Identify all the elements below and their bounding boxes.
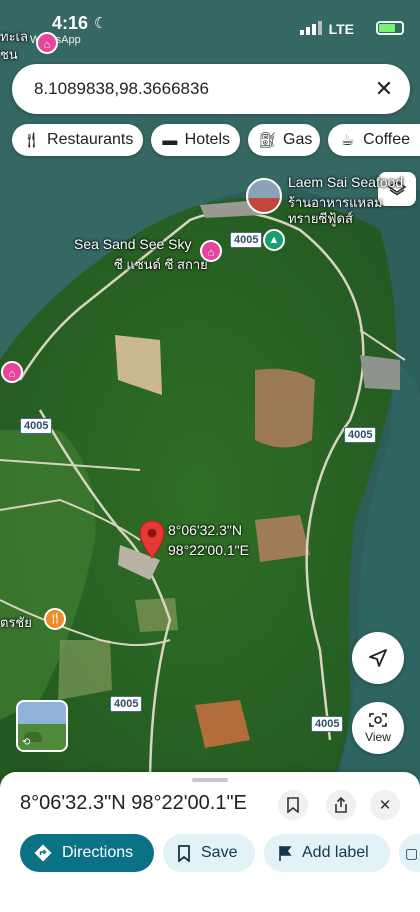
chip-label: Gas	[283, 131, 313, 148]
close-icon: ✕	[378, 797, 392, 814]
poi-pink-marker-sea-sand[interactable]: ⌂	[200, 240, 222, 262]
poi-pink-marker-top[interactable]: ⌂	[36, 32, 58, 54]
place-bottom-sheet[interactable]: 8°06'32.3"N 98°22'00.1"E ✕ Directions Sa…	[0, 772, 420, 912]
chip-gas[interactable]: ⛽︎ Gas	[248, 124, 320, 156]
street-view-thumbnail[interactable]: ⟲	[16, 700, 68, 752]
map-label-sea-sand[interactable]: Sea Sand See Sky	[74, 236, 192, 252]
street-view-360-icon: ⟲	[22, 737, 31, 748]
more-icon: ▢	[405, 844, 419, 861]
map-label-laem-sai-thai-2: ทรายซีฟู้ดส์	[288, 211, 353, 226]
road-shield-4005: 4005	[344, 427, 377, 443]
chip-coffee[interactable]: ☕︎ Coffee	[328, 124, 420, 156]
search-query-text[interactable]: 8.1089838,98.3666836	[34, 79, 209, 99]
bookmark-icon	[178, 844, 190, 862]
fork-knife-icon: 🍴︎	[22, 132, 42, 149]
save-label: Save	[201, 844, 238, 861]
map-label-sea-sand-thai: ซี แซนด์ ซี สกาย	[114, 257, 208, 272]
poi-pink-marker-left[interactable]: ⌂	[1, 361, 23, 383]
road-shield-4005: 4005	[20, 418, 53, 434]
bed-icon: ▬	[162, 131, 178, 149]
chip-label: Restaurants	[47, 131, 134, 148]
directions-button[interactable]: Directions	[20, 834, 154, 872]
campground-marker[interactable]: ▲	[263, 229, 285, 251]
close-icon[interactable]: ✕	[370, 75, 398, 103]
map-label-thai-top-2: ชน	[0, 47, 18, 62]
status-time: 4:16	[52, 13, 89, 33]
view-button[interactable]: View	[352, 702, 404, 754]
place-title: 8°06'32.3"N 98°22'00.1"E	[20, 792, 247, 814]
directions-label: Directions	[62, 844, 134, 861]
share-icon	[335, 797, 347, 813]
dropped-pin-icon[interactable]	[138, 520, 166, 560]
road-shield-4005: 4005	[110, 696, 143, 712]
chip-hotels[interactable]: ▬ Hotels	[151, 124, 240, 156]
drag-handle[interactable]	[192, 778, 228, 782]
signal-bars-icon	[300, 21, 322, 35]
restaurant-marker[interactable]: 🍴︎	[44, 608, 66, 630]
moon-icon: ☾	[94, 15, 108, 32]
more-actions-button[interactable]: ▢	[399, 834, 420, 872]
coffee-cup-icon: ☕︎	[340, 132, 355, 149]
map-label-laem-sai[interactable]: Laem Sai Seafood	[288, 174, 403, 190]
pin-latitude-label: 8°06'32.3"N	[168, 522, 242, 538]
flag-icon	[279, 845, 292, 861]
my-location-button[interactable]	[352, 632, 404, 684]
add-label-button[interactable]: Add label	[264, 834, 390, 872]
battery-icon	[376, 21, 404, 35]
road-shield-4005: 4005	[230, 232, 263, 248]
navigation-arrow-icon	[369, 649, 387, 667]
search-bar[interactable]: 8.1089838,98.3666836 ✕	[12, 64, 410, 114]
gas-pump-icon: ⛽︎	[258, 132, 278, 149]
add-label-label: Add label	[302, 844, 369, 861]
view-label: View	[365, 730, 391, 744]
network-type: LTE	[328, 21, 354, 37]
camera-scan-icon	[369, 713, 387, 727]
chip-label: Hotels	[184, 131, 230, 148]
chip-label: Coffee	[363, 131, 410, 148]
status-bar: 4:16 ☾ WhatsApp LTE	[0, 0, 420, 52]
save-bookmark-button[interactable]	[278, 790, 308, 820]
save-button[interactable]: Save	[163, 834, 255, 872]
road-shield-4005: 4005	[311, 716, 344, 732]
map-label-left-thai: ตรชัย	[0, 615, 32, 630]
close-sheet-button[interactable]: ✕	[370, 790, 400, 820]
bookmark-icon	[287, 797, 299, 813]
share-button[interactable]	[326, 790, 356, 820]
pin-longitude-label: 98°22'00.1"E	[168, 542, 249, 558]
poi-photo-laem-sai[interactable]	[246, 178, 282, 214]
directions-icon	[34, 844, 52, 862]
chip-restaurants[interactable]: 🍴︎ Restaurants	[12, 124, 143, 156]
